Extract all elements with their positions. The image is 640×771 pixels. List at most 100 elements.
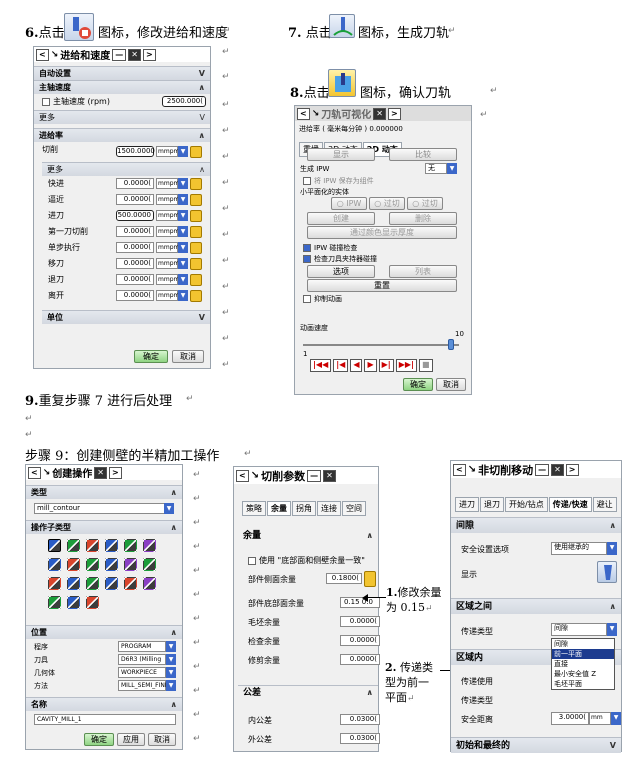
ipw-radio[interactable]: ○ IPW: [331, 197, 367, 210]
operation-subtype-icon[interactable]: [86, 596, 99, 609]
close-icon[interactable]: ✕: [94, 466, 107, 479]
lock-icon[interactable]: [190, 210, 202, 222]
thickness-color-button[interactable]: 通过颜色显示厚度: [307, 226, 457, 239]
unit-select[interactable]: mmpm: [156, 178, 179, 189]
safe-distance-unit[interactable]: mm: [589, 712, 611, 725]
ipw-select[interactable]: 无: [425, 163, 447, 174]
stop-icon[interactable]: ■: [418, 359, 433, 372]
section-clearance[interactable]: 间隙 ∧: [451, 517, 621, 533]
operation-name-input[interactable]: CAVITY_MILL_1: [34, 714, 176, 725]
unit-select[interactable]: mmpm: [156, 242, 179, 253]
lock-icon[interactable]: [190, 178, 202, 190]
forward-icon[interactable]: >: [565, 463, 579, 476]
back-icon[interactable]: <: [297, 107, 310, 120]
dropdown-arrow-icon[interactable]: ▼: [178, 226, 188, 237]
operation-subtype-icon[interactable]: [67, 577, 80, 590]
unit-select[interactable]: mmpm: [156, 290, 179, 301]
tab-stock[interactable]: 余量: [267, 501, 291, 516]
speed-slider-thumb[interactable]: [448, 339, 455, 350]
operation-subtype-icon[interactable]: [86, 577, 99, 590]
step-back-icon[interactable]: |◀: [333, 359, 349, 372]
unit-select[interactable]: mmpm: [156, 226, 179, 237]
blank-stock-input[interactable]: 0.0000(: [340, 616, 380, 627]
dropdown-option[interactable]: 毛坯平面: [552, 679, 614, 689]
transfer-type-select[interactable]: 间隙: [551, 623, 607, 636]
lock-icon[interactable]: [190, 146, 202, 158]
dropdown-arrow-icon[interactable]: ▼: [178, 242, 188, 253]
tool-select[interactable]: D6R3 (Milling: [118, 654, 166, 665]
feed-row-input[interactable]: 0.0000(: [116, 258, 154, 269]
lock-icon[interactable]: [190, 242, 202, 254]
operation-subtype-icon[interactable]: [67, 596, 80, 609]
dropdown-option[interactable]: 间隙: [552, 639, 614, 649]
forward-icon[interactable]: >: [142, 48, 156, 61]
section-more[interactable]: 更多 V: [34, 110, 210, 124]
operation-subtype-icon[interactable]: [143, 558, 156, 571]
feeds-speeds-icon[interactable]: [64, 13, 94, 41]
ok-button[interactable]: 确定: [84, 733, 114, 746]
forward-icon[interactable]: >: [387, 107, 401, 120]
operation-subtype-icon[interactable]: [48, 539, 61, 552]
cancel-button[interactable]: 取消: [172, 350, 204, 363]
compare-button[interactable]: 比较: [389, 148, 457, 161]
side-stock-input[interactable]: 0.1800(: [326, 573, 362, 584]
section-more-feeds[interactable]: 更多 ∧: [42, 162, 210, 176]
dropdown-arrow-icon[interactable]: ▼: [178, 178, 188, 189]
section-subtype[interactable]: 操作子类型 ∧: [26, 520, 182, 534]
dropdown-arrow-icon[interactable]: ▼: [166, 641, 176, 652]
dropdown-arrow-icon[interactable]: ▼: [607, 623, 617, 636]
section-feed-rate[interactable]: 进给率 ∧: [34, 128, 210, 142]
unit-select[interactable]: mmpm: [156, 258, 179, 269]
dropdown-option[interactable]: 前一平面: [552, 649, 614, 659]
unit-select[interactable]: mmpm: [156, 274, 179, 285]
suppress-anim-checkbox[interactable]: [303, 295, 311, 303]
geometry-select[interactable]: WORKPIECE: [118, 667, 166, 678]
close-icon[interactable]: ✕: [323, 469, 336, 482]
feed-row-input[interactable]: 0.0000(: [116, 226, 154, 237]
section-units[interactable]: 单位 V: [42, 310, 210, 324]
feed-row-input[interactable]: 500.0000: [116, 210, 154, 221]
section-between-regions[interactable]: 区域之间 ∧: [451, 598, 621, 614]
ok-button[interactable]: 确定: [403, 378, 433, 391]
lock-icon[interactable]: [190, 226, 202, 238]
operation-subtype-icon[interactable]: [124, 577, 137, 590]
operation-subtype-icon[interactable]: [105, 577, 118, 590]
minimize-icon[interactable]: —: [535, 463, 550, 476]
tab-corners[interactable]: 拐角: [292, 501, 316, 516]
minimize-icon[interactable]: —: [112, 48, 127, 61]
cancel-button[interactable]: 取消: [148, 733, 176, 746]
tab-transfer-rapid[interactable]: 传递/快速: [548, 497, 592, 512]
operation-subtype-icon[interactable]: [86, 539, 99, 552]
cancel-button[interactable]: 取消: [436, 378, 466, 391]
operation-subtype-icon[interactable]: [124, 558, 137, 571]
operation-subtype-icon[interactable]: [124, 539, 137, 552]
dropdown-arrow-icon[interactable]: ▼: [178, 210, 188, 221]
trim-stock-input[interactable]: 0.0000(: [340, 654, 380, 665]
save-ipw-checkbox[interactable]: [303, 177, 311, 185]
back-icon[interactable]: <: [236, 469, 249, 482]
operation-subtype-icon[interactable]: [67, 558, 80, 571]
display-icon[interactable]: [597, 561, 617, 583]
feed-row-input[interactable]: 0.0000(: [116, 178, 154, 189]
unit-select[interactable]: mmpm: [156, 210, 179, 221]
safe-distance-input[interactable]: 3.0000(: [551, 712, 589, 725]
operation-subtype-icon[interactable]: [105, 539, 118, 552]
dropdown-arrow-icon[interactable]: ▼: [164, 503, 174, 514]
section-spindle-speed[interactable]: 主轴速度 ∧: [34, 80, 210, 94]
type-select[interactable]: mill_contour: [34, 503, 172, 514]
cut-feed-input[interactable]: 1500.0000: [116, 146, 155, 157]
feed-row-input[interactable]: 0.0000(: [116, 242, 154, 253]
safe-option-select[interactable]: 使用继承的: [551, 542, 607, 555]
back-icon[interactable]: <: [36, 48, 49, 61]
method-select[interactable]: MILL_SEMI_FINI: [118, 680, 167, 691]
feed-row-input[interactable]: 0.0000(: [116, 274, 154, 285]
tab-retract[interactable]: 退刀: [480, 497, 504, 512]
minimize-icon[interactable]: —: [307, 469, 322, 482]
dropdown-arrow-icon[interactable]: ▼: [607, 542, 617, 555]
section-type[interactable]: 类型 ∧: [26, 485, 182, 499]
tab-start-drill[interactable]: 开始/钻点: [505, 497, 548, 512]
operation-subtype-icon[interactable]: [105, 558, 118, 571]
lock-icon[interactable]: [190, 194, 202, 206]
operation-subtype-icon[interactable]: [48, 596, 61, 609]
ok-button[interactable]: 确定: [134, 350, 168, 363]
